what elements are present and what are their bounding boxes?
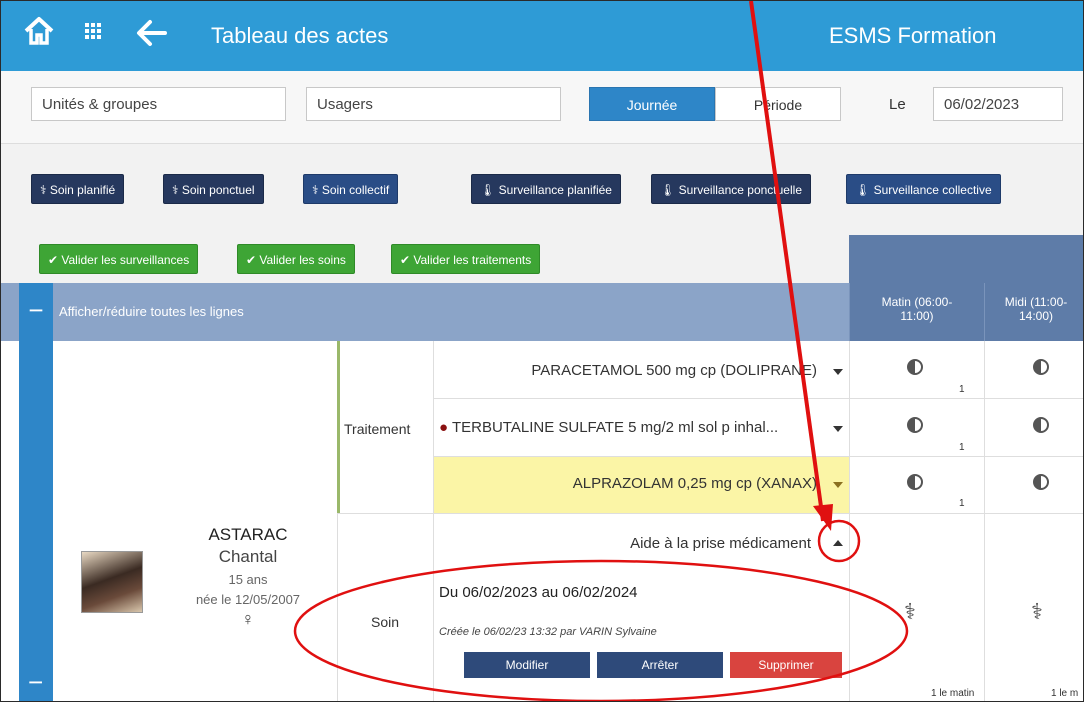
annotation-arrow [749,1,825,522]
annotation-circle [817,519,861,563]
app-window: Tableau des actes ESMS Formation Unités … [0,0,1084,702]
annotation-ellipse [293,559,909,701]
annotation-overlay [293,1,909,701]
annotation-arrowhead [813,504,833,531]
